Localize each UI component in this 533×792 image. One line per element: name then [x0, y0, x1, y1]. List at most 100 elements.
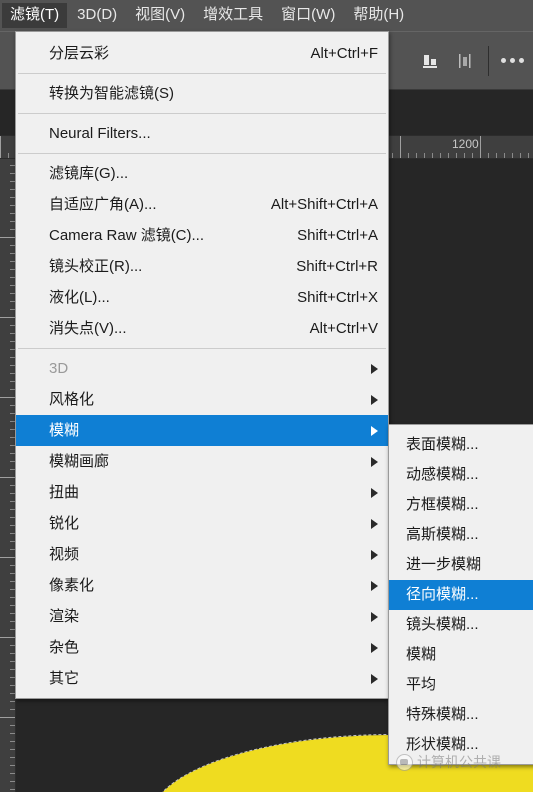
- menu-item[interactable]: 消失点(V)... Alt+Ctrl+V: [16, 313, 388, 344]
- ruler-tick: [10, 709, 15, 710]
- menu-item-label: 像素化: [49, 577, 95, 594]
- menu-item-label: Camera Raw 滤镜(C)...: [49, 227, 205, 244]
- menu-item-label: 分层云彩: [49, 45, 110, 62]
- menu-item-label: 渲染: [49, 608, 80, 625]
- menubar-item-label: 窗口(W): [281, 6, 336, 23]
- menu-item[interactable]: 转换为智能滤镜(S): [16, 78, 388, 109]
- vertical-ruler: [0, 157, 16, 792]
- align-bottom-edges-icon[interactable]: [414, 41, 448, 81]
- menu-item-shortcut: Shift+Ctrl+X: [297, 289, 378, 306]
- submenu-item-label: 平均: [406, 676, 437, 693]
- menu-item[interactable]: 液化(L)... Shift+Ctrl+X: [16, 282, 388, 313]
- menu-bar: 滤镜(T) 3D(D) 视图(V) 增效工具 窗口(W) 帮助(H): [0, 0, 533, 31]
- ruler-tick: [416, 153, 417, 158]
- menu-item[interactable]: Camera Raw 滤镜(C)... Shift+Ctrl+A: [16, 220, 388, 251]
- menu-item[interactable]: 渲染: [16, 601, 388, 632]
- menu-item[interactable]: Neural Filters...: [16, 118, 388, 149]
- ruler-tick: [10, 765, 15, 766]
- menu-item-label: 模糊: [49, 422, 80, 439]
- menu-item-label: 3D: [49, 360, 69, 377]
- toolbar-divider: [488, 45, 489, 76]
- submenu-item[interactable]: 形状模糊...: [389, 730, 533, 760]
- ruler-tick: [10, 789, 15, 790]
- menu-item[interactable]: 模糊画廊: [16, 446, 388, 477]
- menubar-item-label: 滤镜(T): [10, 6, 60, 23]
- ruler-tick: [408, 153, 409, 158]
- ruler-tick: [448, 153, 449, 158]
- menu-item[interactable]: 分层云彩 Alt+Ctrl+F: [16, 38, 388, 69]
- menu-item[interactable]: 模糊: [16, 415, 388, 446]
- submenu-item[interactable]: 镜头模糊...: [389, 610, 533, 640]
- ruler-tick: [10, 701, 15, 702]
- ruler-tick: [472, 153, 473, 158]
- ruler-tick: [424, 153, 425, 158]
- menubar-item-5[interactable]: 帮助(H): [345, 3, 412, 28]
- menu-item[interactable]: 滤镜库(G)...: [16, 158, 388, 189]
- chevron-right-icon: [371, 518, 378, 529]
- menu-item[interactable]: 锐化: [16, 508, 388, 539]
- menu-item-shortcut: Alt+Shift+Ctrl+A: [270, 196, 378, 213]
- menu-separator: [18, 153, 386, 154]
- ruler-tick: [10, 733, 15, 734]
- ruler-tick: [10, 749, 15, 750]
- ruler-tick: [520, 153, 521, 158]
- ellipsis-glyph: [500, 58, 524, 63]
- ruler-tick: [10, 741, 15, 742]
- menu-item-label: 锐化: [49, 515, 80, 532]
- submenu-item[interactable]: 进一步模糊: [389, 550, 533, 580]
- menubar-item-label: 3D(D): [77, 6, 118, 23]
- ruler-tick: [496, 153, 497, 158]
- menubar-item-0[interactable]: 滤镜(T): [2, 3, 68, 28]
- chevron-right-icon: [371, 642, 378, 653]
- menu-item[interactable]: 像素化: [16, 570, 388, 601]
- more-options-icon[interactable]: [495, 41, 529, 81]
- submenu-item-label: 高斯模糊...: [406, 526, 479, 543]
- menubar-item-3[interactable]: 增效工具: [195, 3, 271, 28]
- menu-item-label: 视频: [49, 546, 80, 563]
- ruler-tick: [432, 153, 433, 158]
- ruler-tick: [10, 725, 15, 726]
- menu-item[interactable]: 风格化: [16, 384, 388, 415]
- submenu-item[interactable]: 径向模糊...: [389, 580, 533, 610]
- distribute-horizontal-centers-icon[interactable]: [448, 41, 482, 81]
- menu-item[interactable]: 自适应广角(A)... Alt+Shift+Ctrl+A: [16, 189, 388, 220]
- menu-item[interactable]: 杂色: [16, 632, 388, 663]
- menu-item[interactable]: 其它: [16, 663, 388, 694]
- ruler-tick: [464, 153, 465, 158]
- ruler-tick: [0, 136, 1, 158]
- submenu-item[interactable]: 高斯模糊...: [389, 520, 533, 550]
- submenu-item[interactable]: 方框模糊...: [389, 490, 533, 520]
- submenu-item-label: 进一步模糊: [406, 556, 482, 573]
- chevron-right-icon: [371, 580, 378, 591]
- submenu-item-label: 模糊: [406, 646, 437, 663]
- menu-item[interactable]: 扭曲: [16, 477, 388, 508]
- submenu-item[interactable]: 模糊: [389, 640, 533, 670]
- ruler-tick: [456, 153, 457, 158]
- submenu-item-label: 方框模糊...: [406, 496, 479, 513]
- menu-item-label: 转换为智能滤镜(S): [49, 85, 174, 102]
- ruler-tick: [0, 557, 15, 558]
- menubar-item-1[interactable]: 3D(D): [69, 3, 125, 28]
- submenu-item[interactable]: 表面模糊...: [389, 430, 533, 460]
- menu-item-label: 自适应广角(A)...: [49, 196, 157, 213]
- submenu-item-label: 表面模糊...: [406, 436, 479, 453]
- submenu-item[interactable]: 特殊模糊...: [389, 700, 533, 730]
- ruler-tick: [528, 153, 529, 158]
- submenu-item[interactable]: 动感模糊...: [389, 460, 533, 490]
- menu-separator: [18, 73, 386, 74]
- blur-submenu-dropdown[interactable]: 表面模糊... 动感模糊... 方框模糊... 高斯模糊... 进一步模糊径向模糊...…: [388, 424, 533, 765]
- ruler-tick: [488, 153, 489, 158]
- menubar-item-4[interactable]: 窗口(W): [273, 3, 343, 28]
- menu-item[interactable]: 镜头校正(R)... Shift+Ctrl+R: [16, 251, 388, 282]
- submenu-item[interactable]: 平均: [389, 670, 533, 700]
- chevron-right-icon: [371, 363, 378, 374]
- menubar-item-2[interactable]: 视图(V): [127, 3, 193, 28]
- menu-item-label: 镜头校正(R)...: [49, 258, 143, 275]
- filter-menu-dropdown[interactable]: 分层云彩 Alt+Ctrl+F 转换为智能滤镜(S) Neural Filters..…: [15, 31, 389, 699]
- chevron-right-icon: [371, 394, 378, 405]
- menu-item-label: 滤镜库(G)...: [49, 165, 129, 182]
- menu-item[interactable]: 视频: [16, 539, 388, 570]
- menu-separator: [18, 348, 386, 349]
- ruler-tick: [440, 153, 441, 158]
- ruler-tick: [0, 397, 15, 398]
